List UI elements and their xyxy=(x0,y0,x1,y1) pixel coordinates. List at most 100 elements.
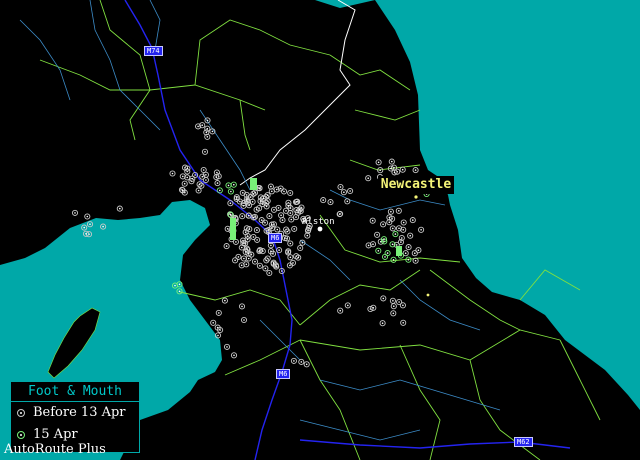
case-marker-dot xyxy=(383,238,385,240)
case-marker-dot xyxy=(297,256,300,259)
case-marker-dot xyxy=(404,252,407,254)
case-marker-dot xyxy=(171,172,174,175)
case-marker-dot xyxy=(407,258,410,261)
case-marker-dot xyxy=(401,168,404,171)
case-marker-dot xyxy=(279,187,282,190)
case-marker-dot xyxy=(293,360,295,362)
case-marker-dot xyxy=(372,243,374,245)
case-marker-dot xyxy=(225,245,228,247)
case-marker-dot xyxy=(85,233,87,235)
case-marker-dot xyxy=(206,127,209,130)
case-marker-dot xyxy=(289,242,292,245)
case-marker-dot xyxy=(273,209,275,211)
case-marker-dot xyxy=(287,204,290,207)
case-marker-dot xyxy=(178,290,181,293)
case-marker-dot xyxy=(391,160,393,163)
case-marker-dot xyxy=(372,307,375,309)
case-marker-dot xyxy=(407,246,410,248)
case-marker-dot xyxy=(246,198,248,200)
case-marker-dot xyxy=(229,213,232,216)
case-marker-dot xyxy=(258,187,261,189)
case-marker-dot xyxy=(248,204,250,206)
case-marker-dot xyxy=(392,312,395,315)
case-marker-dot xyxy=(255,208,258,211)
case-marker-dot xyxy=(343,191,345,193)
case-marker-dot xyxy=(289,212,292,214)
case-marker-dot xyxy=(218,312,220,314)
case-marker-dot xyxy=(278,249,280,251)
case-marker-dot xyxy=(212,322,214,324)
case-marker-dot xyxy=(393,305,395,308)
case-marker-dot xyxy=(265,202,268,204)
case-marker-dot xyxy=(258,250,261,252)
case-marker-dot xyxy=(251,201,254,203)
case-marker-dot xyxy=(243,257,245,260)
case-marker-dot xyxy=(281,270,283,272)
case-marker-dot xyxy=(248,214,250,217)
case-marker-dot xyxy=(295,216,297,218)
case-marker-dot xyxy=(284,237,286,239)
case-marker-dot xyxy=(367,177,370,179)
case-marker-dot xyxy=(254,260,256,263)
case-marker-dot xyxy=(245,194,248,196)
case-marker-dot xyxy=(201,124,203,126)
case-marker-dot xyxy=(89,223,91,225)
case-marker-dot xyxy=(201,175,204,178)
case-marker-dot xyxy=(289,264,291,267)
case-marker-dot xyxy=(275,188,278,191)
case-marker-dot xyxy=(276,228,279,231)
case-marker-dot xyxy=(287,250,290,253)
case-marker-dot xyxy=(300,361,303,363)
case-marker-dot xyxy=(83,226,85,229)
case-marker-dot xyxy=(224,299,226,302)
case-marker-dot xyxy=(181,189,184,192)
case-marker-dot xyxy=(283,190,285,193)
case-marker-dot xyxy=(215,176,218,178)
case-marker-dot xyxy=(349,190,351,192)
case-marker-dot xyxy=(306,234,309,237)
case-marker-dot xyxy=(242,242,245,244)
case-marker-dot xyxy=(248,228,251,230)
case-marker-dot xyxy=(119,207,121,210)
place-label-newcastle: Newcastle xyxy=(378,176,454,194)
green-circle-icon xyxy=(17,431,25,439)
case-marker-dot xyxy=(289,256,292,259)
case-marker-dot xyxy=(264,221,266,224)
case-marker-dot xyxy=(398,227,400,230)
case-marker-dot xyxy=(286,230,289,233)
map-viewport[interactable]: Newcastle Alston M74 M6 M6 M62 Foot & Mo… xyxy=(0,0,640,460)
case-marker-dot xyxy=(402,322,405,324)
case-marker-dot xyxy=(216,182,219,184)
case-marker-dot xyxy=(414,252,416,254)
grey-circle-icon xyxy=(17,409,25,417)
case-marker-dot xyxy=(339,186,342,188)
case-marker-dot xyxy=(346,200,349,203)
case-marker-dot xyxy=(268,272,271,274)
case-marker-dot xyxy=(264,267,267,270)
case-marker-dot xyxy=(259,200,262,202)
case-marker-dot xyxy=(219,189,221,192)
case-marker-dot xyxy=(226,228,229,230)
case-marker-dot xyxy=(202,169,205,171)
place-label-alston: Alston xyxy=(302,217,335,227)
case-marker-dot xyxy=(234,259,236,262)
case-marker-dot xyxy=(267,229,270,231)
case-marker-dot xyxy=(191,177,194,180)
case-marker-dot xyxy=(260,219,263,221)
legend-item-before: Before 13 Apr xyxy=(11,402,139,424)
case-marker-dot xyxy=(246,235,249,237)
case-marker-dot xyxy=(204,151,206,153)
case-marker-dot xyxy=(270,250,272,252)
case-marker-dot xyxy=(186,176,188,179)
legend-item-label: 15 Apr xyxy=(33,427,78,442)
case-marker-dot xyxy=(241,215,243,217)
case-marker-dot xyxy=(183,182,186,185)
case-marker-dot xyxy=(226,346,228,348)
case-marker-dot xyxy=(393,171,396,174)
case-marker-dot xyxy=(74,212,76,214)
case-marker-dot xyxy=(240,264,243,267)
road-shield-m62: M62 xyxy=(514,437,533,447)
case-marker-dot xyxy=(205,174,207,176)
case-marker-dot xyxy=(227,184,230,187)
case-marker-dot xyxy=(244,231,247,233)
